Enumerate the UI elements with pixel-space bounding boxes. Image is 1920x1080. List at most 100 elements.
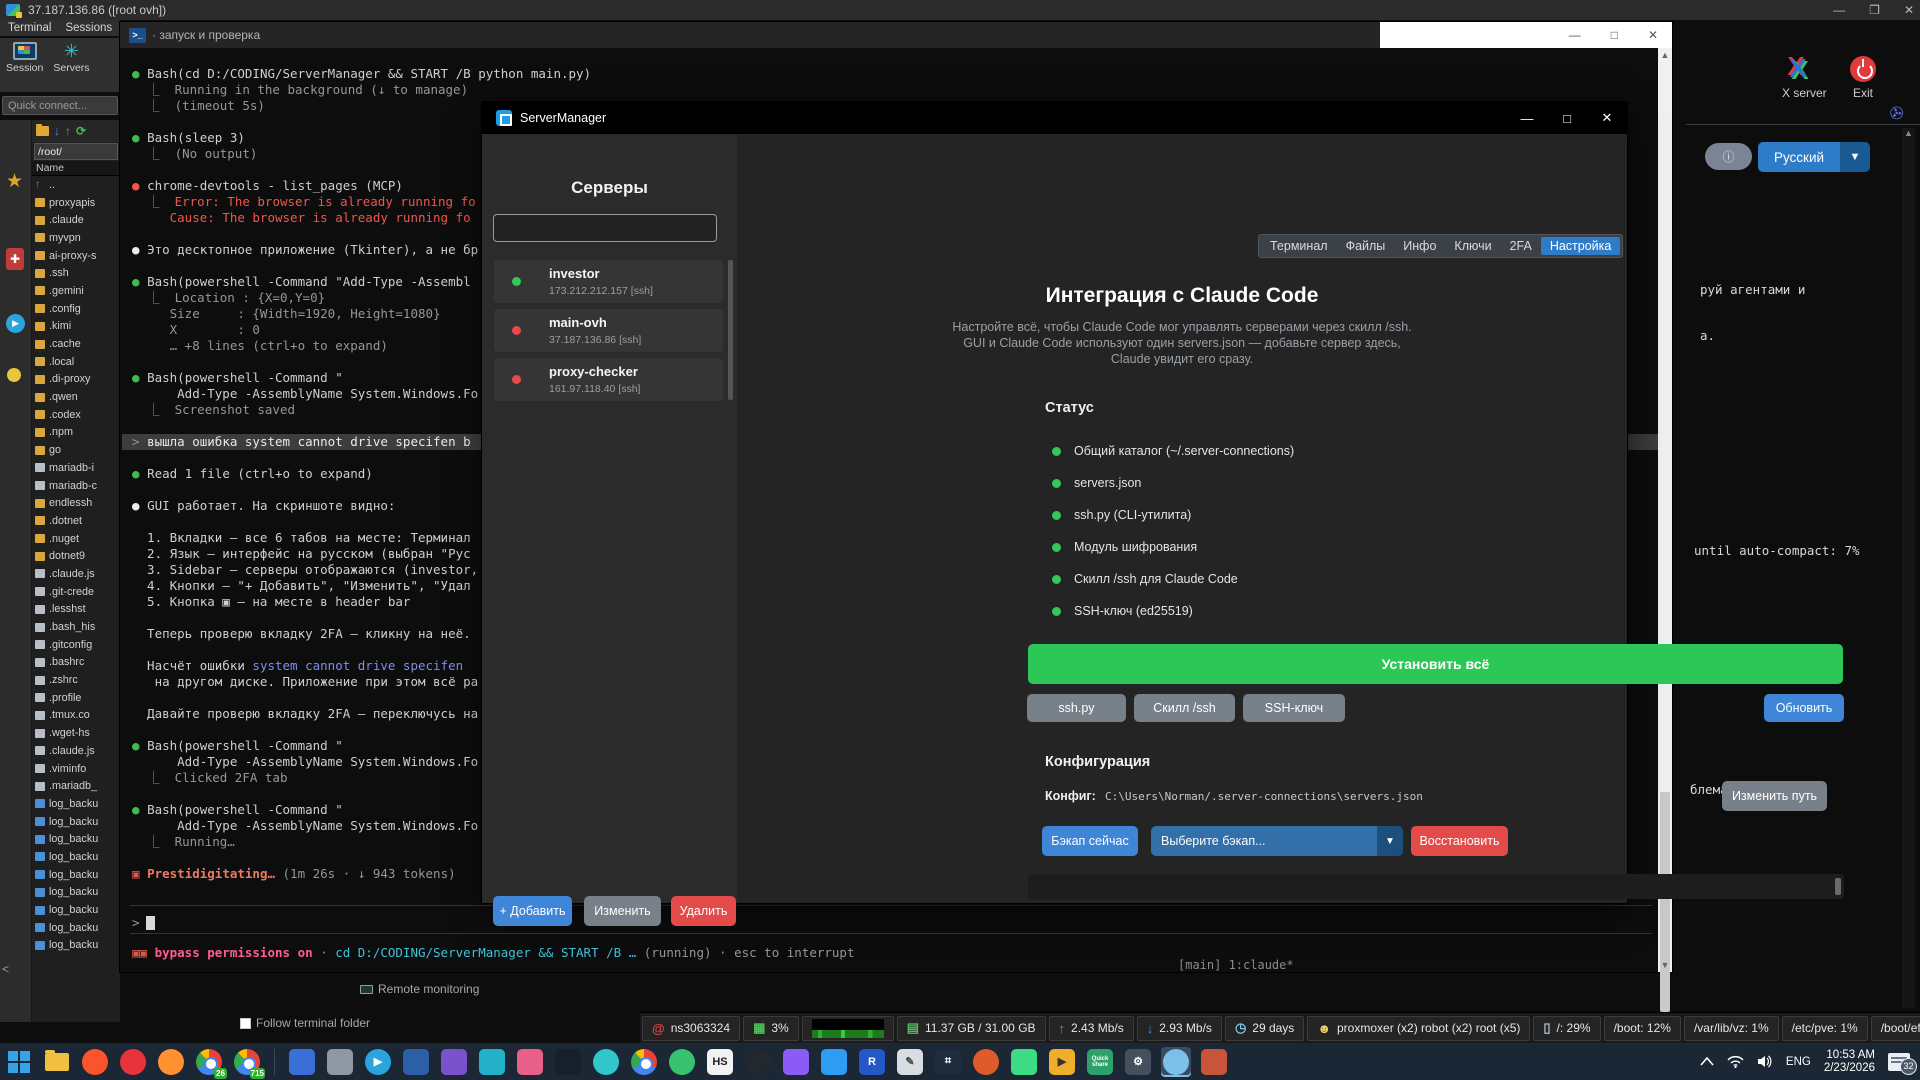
server-list-scrollbar[interactable] — [728, 260, 733, 400]
telegram-icon[interactable]: ▶ — [6, 314, 25, 333]
file-row[interactable]: .dotnet — [32, 512, 120, 530]
taskbar-icon[interactable] — [477, 1047, 507, 1077]
file-row[interactable]: .ssh — [32, 264, 120, 282]
file-row[interactable]: .di-proxy — [32, 371, 120, 389]
follow-folder-checkbox[interactable]: Follow terminal folder — [240, 1016, 370, 1030]
file-row[interactable]: .claude.js — [32, 742, 120, 760]
file-row[interactable]: .git-crede — [32, 583, 120, 601]
language-selector[interactable]: Русский ▼ — [1758, 142, 1870, 172]
clock[interactable]: 10:53 AM 2/23/2026 — [1824, 1049, 1875, 1075]
file-row[interactable]: ↑.. — [32, 176, 120, 194]
exit-button[interactable]: Exit — [1850, 56, 1876, 100]
servermanager-titlebar[interactable]: ServerManager — [482, 102, 1627, 134]
scrollbar-thumb[interactable] — [1660, 792, 1670, 1012]
file-row[interactable]: dotnet9 — [32, 547, 120, 565]
file-row[interactable]: log_backu — [32, 884, 120, 902]
menu-terminal[interactable]: Terminal — [8, 22, 51, 34]
volume-icon[interactable] — [1757, 1055, 1773, 1068]
restore-button[interactable]: Восстановить — [1411, 826, 1508, 856]
taskbar-icon[interactable]: R — [857, 1047, 887, 1077]
file-row[interactable]: .cache — [32, 335, 120, 353]
file-row[interactable]: log_backu — [32, 795, 120, 813]
taskbar-icon[interactable] — [80, 1047, 110, 1077]
file-row[interactable]: .claude.js — [32, 565, 120, 583]
edit-server-button[interactable]: Изменить — [584, 896, 661, 926]
minimize-icon[interactable]: — — [1569, 28, 1581, 42]
collapse-sidebar-icon[interactable]: < — [2, 962, 9, 976]
refresh-button[interactable]: Обновить — [1764, 694, 1844, 722]
tab-Ключи[interactable]: Ключи — [1445, 237, 1500, 255]
taskbar-icon[interactable]: ✎ — [895, 1047, 925, 1077]
taskbar-icon[interactable] — [1199, 1047, 1229, 1077]
taskbar-icon[interactable] — [325, 1047, 355, 1077]
file-row[interactable]: .kimi — [32, 318, 120, 336]
file-row[interactable]: log_backu — [32, 866, 120, 884]
file-row[interactable]: myvpn — [32, 229, 120, 247]
file-row[interactable]: go — [32, 441, 120, 459]
server-list-item[interactable]: proxy-checker 161.97.118.40 [ssh] — [494, 358, 723, 401]
taskbar-icon[interactable] — [287, 1047, 317, 1077]
upload-icon[interactable]: ↑ — [65, 124, 71, 138]
tray-chevron-icon[interactable] — [1700, 1057, 1714, 1066]
taskbar-icon[interactable] — [401, 1047, 431, 1077]
file-row[interactable]: .npm — [32, 424, 120, 442]
remote-monitoring-toggle[interactable]: Remote monitoring — [360, 982, 479, 996]
file-row[interactable]: mariadb-c — [32, 477, 120, 495]
file-row[interactable]: log_backu — [32, 813, 120, 831]
change-path-button[interactable]: Изменить путь — [1722, 781, 1827, 811]
taskbar-icon[interactable]: Quick share — [1085, 1047, 1115, 1077]
taskbar-icon[interactable]: ⚙ — [1123, 1047, 1153, 1077]
taskbar-icon[interactable] — [819, 1047, 849, 1077]
tab-Настройка[interactable]: Настройка — [1540, 237, 1621, 255]
menu-sessions[interactable]: Sessions — [65, 22, 112, 34]
install-1-button[interactable]: ssh.py — [1027, 694, 1126, 722]
tools-icon[interactable]: ✚ — [6, 248, 24, 270]
minimize-icon[interactable]: — — [1507, 102, 1547, 134]
file-row[interactable]: .local — [32, 353, 120, 371]
file-row[interactable]: log_backu — [32, 830, 120, 848]
file-row[interactable]: log_backu — [32, 901, 120, 919]
taskbar-icon[interactable] — [42, 1047, 72, 1077]
install-all-button[interactable]: Установить всё — [1028, 644, 1843, 684]
paperclip-icon[interactable]: ✇ — [1887, 102, 1907, 126]
file-row[interactable]: .bashrc — [32, 654, 120, 672]
refresh-icon[interactable]: ⟳ — [76, 124, 86, 138]
file-row[interactable]: .zshrc — [32, 671, 120, 689]
minimize-icon[interactable]: — — [1833, 3, 1845, 17]
tab-2FA[interactable]: 2FA — [1501, 237, 1541, 255]
file-row[interactable]: .qwen — [32, 388, 120, 406]
backup-select[interactable]: Выберите бэкап... ▼ — [1151, 826, 1403, 856]
xserver-button[interactable]: X X server — [1782, 54, 1827, 100]
maximize-icon[interactable]: □ — [1547, 102, 1587, 134]
close-icon[interactable]: ✕ — [1904, 3, 1914, 17]
taskbar-icon[interactable] — [515, 1047, 545, 1077]
taskbar-icon[interactable]: 26 — [194, 1047, 227, 1079]
taskbar-icon[interactable] — [781, 1047, 811, 1077]
file-row[interactable]: .tmux.co — [32, 707, 120, 725]
scroll-up-icon[interactable]: ▲ — [1658, 50, 1672, 60]
file-row[interactable]: log_backu — [32, 919, 120, 937]
taskbar-icon[interactable]: HS — [705, 1047, 735, 1077]
path-input[interactable]: /root/ — [34, 143, 118, 160]
terminal-prompt[interactable]: > — [132, 915, 155, 930]
server-list-item[interactable]: investor 173.212.212.157 [ssh] — [494, 260, 723, 303]
file-row[interactable]: .config — [32, 300, 120, 318]
taskbar-icon[interactable] — [591, 1047, 621, 1077]
folder-up-icon[interactable] — [36, 124, 49, 136]
file-row[interactable]: mariadb-i — [32, 459, 120, 477]
session-button[interactable]: Session — [6, 42, 43, 88]
taskbar-icon[interactable] — [971, 1047, 1001, 1077]
taskbar-icon[interactable]: ▶ — [1047, 1047, 1077, 1077]
delete-server-button[interactable]: Удалить — [671, 896, 736, 926]
file-row[interactable]: ai-proxy-s — [32, 247, 120, 265]
taskbar-icon[interactable] — [629, 1047, 659, 1077]
file-row[interactable]: .viminfo — [32, 760, 120, 778]
right-panel-scrollbar[interactable]: ▲ — [1902, 128, 1915, 1008]
file-row[interactable]: .lesshst — [32, 601, 120, 619]
tab-Инфо[interactable]: Инфо — [1394, 237, 1445, 255]
file-row[interactable]: .claude — [32, 211, 120, 229]
taskbar-icon[interactable] — [156, 1047, 186, 1077]
file-row[interactable]: .profile — [32, 689, 120, 707]
file-row[interactable]: .gemini — [32, 282, 120, 300]
wifi-icon[interactable] — [1727, 1055, 1744, 1068]
